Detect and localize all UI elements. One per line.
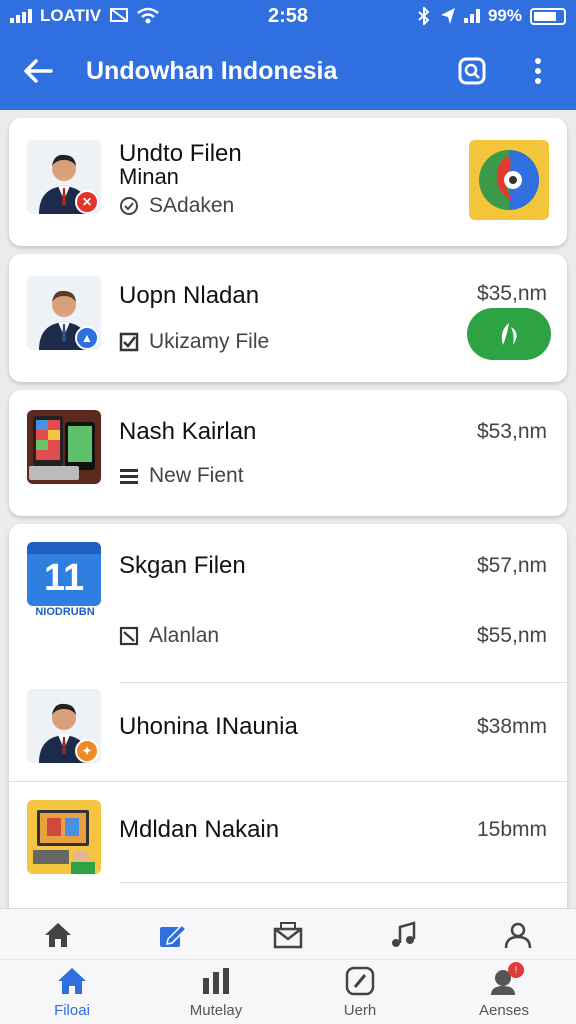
search-icon bbox=[458, 57, 486, 85]
item-meta-label: SAdaken bbox=[149, 194, 235, 217]
item-meta: SAdaken bbox=[119, 194, 234, 218]
list-item[interactable]: ✦ Uhonina INaunia $38mm bbox=[9, 683, 567, 781]
carrier-label: LOATIV bbox=[40, 6, 102, 25]
item-price: $53,nm bbox=[476, 420, 547, 443]
badge-icon: ✕ bbox=[75, 190, 99, 214]
item-meta: Alanlan bbox=[119, 624, 219, 648]
item-title: Uhonina INaunia bbox=[119, 713, 298, 740]
wifi-icon bbox=[137, 7, 159, 24]
avatar: ▲ bbox=[27, 276, 101, 350]
home-icon bbox=[58, 968, 86, 994]
item-title: Nash Kairlan bbox=[119, 418, 257, 445]
item-price: $38mm bbox=[476, 715, 547, 738]
cellular-icon bbox=[463, 9, 480, 23]
item-meta-label: Ukizamy File bbox=[149, 330, 270, 353]
tab-uerh[interactable]: Uerh bbox=[305, 960, 415, 1024]
more-vertical-icon bbox=[535, 58, 541, 84]
item-price: $35,nm bbox=[476, 282, 547, 305]
tab-mutelay[interactable]: Mutelay bbox=[161, 960, 271, 1024]
back-button[interactable] bbox=[16, 49, 60, 93]
page-title: Undowhan Indonesia bbox=[86, 56, 338, 85]
music-note-icon[interactable] bbox=[388, 921, 418, 949]
list-icon bbox=[120, 469, 138, 484]
calendar-icon: 11 bbox=[27, 542, 101, 606]
badge-icon: ✦ bbox=[75, 739, 99, 763]
list-group: 11 NIODRUBN Skgan Filen $57,nm Alanlan $… bbox=[9, 524, 567, 910]
search-button[interactable] bbox=[450, 49, 494, 93]
item-meta: New Fient bbox=[119, 464, 244, 488]
back-arrow-icon bbox=[24, 59, 53, 83]
app-thumbnail bbox=[27, 800, 101, 874]
list-item[interactable]: Mdldan Nakain 15bmm bbox=[9, 782, 567, 882]
battery-icon bbox=[530, 7, 566, 25]
leaf-icon bbox=[501, 323, 517, 345]
status-bar: LOATIV 2:58 99% bbox=[0, 0, 576, 32]
stats-icon bbox=[203, 968, 229, 994]
list-item[interactable]: Nash Kairlan New Fient $53,nm bbox=[9, 390, 567, 516]
tab-label: Aenses bbox=[478, 1002, 530, 1019]
compass-icon bbox=[345, 966, 375, 996]
item-meta-label: New Fient bbox=[149, 464, 244, 487]
tab-label: Mutelay bbox=[189, 1002, 243, 1019]
edit-icon[interactable] bbox=[158, 921, 188, 949]
toolbar-icons bbox=[0, 915, 576, 955]
bottom-nav: Filoai Mutelay Uerh ! Aenses bbox=[0, 908, 576, 1024]
checkbox-icon bbox=[119, 332, 139, 352]
item-title: Mdldan Nakain bbox=[119, 816, 280, 843]
tab-label: Uerh bbox=[343, 1002, 377, 1019]
item-secondary-price: $55,nm bbox=[476, 624, 547, 647]
item-title: Skgan Filen bbox=[119, 552, 246, 579]
tab-filoai[interactable]: Filoai bbox=[17, 960, 127, 1024]
item-price: $57,nm bbox=[476, 554, 547, 577]
status-time: 2:58 bbox=[267, 4, 309, 27]
circle-check-icon bbox=[120, 197, 138, 215]
list-item[interactable]: 11 NIODRUBN Skgan Filen $57,nm Alanlan $… bbox=[9, 524, 567, 682]
action-button[interactable] bbox=[467, 308, 551, 360]
item-meta-label: Alanlan bbox=[149, 624, 220, 647]
app-thumbnail bbox=[27, 410, 101, 484]
checkbox-icon bbox=[119, 626, 139, 646]
battery-percent: 99% bbox=[487, 6, 522, 25]
home-icon[interactable] bbox=[43, 921, 73, 949]
signal-icon bbox=[10, 9, 32, 23]
badge-icon: ▲ bbox=[75, 326, 99, 350]
notification-icon bbox=[110, 8, 129, 22]
item-subtitle: Minan bbox=[119, 164, 179, 189]
file-list: ✕ Undto Filen Minan SAdaken ▲ Uopn Nlada… bbox=[0, 110, 576, 910]
item-meta: Ukizamy File bbox=[119, 330, 269, 354]
list-item[interactable]: ▲ Uopn Nladan Ukizamy File $35,nm bbox=[9, 254, 567, 382]
divider bbox=[119, 882, 567, 883]
item-price: 15bmm bbox=[476, 818, 547, 841]
app-bar: Undowhan Indonesia bbox=[0, 32, 576, 110]
mail-icon[interactable] bbox=[273, 921, 303, 949]
avatar: ✦ bbox=[27, 689, 101, 763]
bluetooth-icon bbox=[418, 7, 430, 25]
tab-aenses[interactable]: ! Aenses bbox=[449, 960, 559, 1024]
list-item[interactable]: ✕ Undto Filen Minan SAdaken bbox=[9, 118, 567, 246]
notification-badge: ! bbox=[508, 962, 524, 978]
location-icon bbox=[440, 8, 455, 24]
thumb-caption: NIODRUBN bbox=[35, 606, 95, 618]
tab-bar: Filoai Mutelay Uerh ! Aenses bbox=[0, 959, 576, 1024]
item-title: Uopn Nladan bbox=[119, 282, 260, 309]
more-button[interactable] bbox=[516, 49, 560, 93]
app-logo-icon bbox=[469, 140, 549, 220]
avatar: ✕ bbox=[27, 140, 101, 214]
person-icon[interactable] bbox=[503, 921, 533, 949]
tab-label: Filoai bbox=[54, 1002, 90, 1019]
